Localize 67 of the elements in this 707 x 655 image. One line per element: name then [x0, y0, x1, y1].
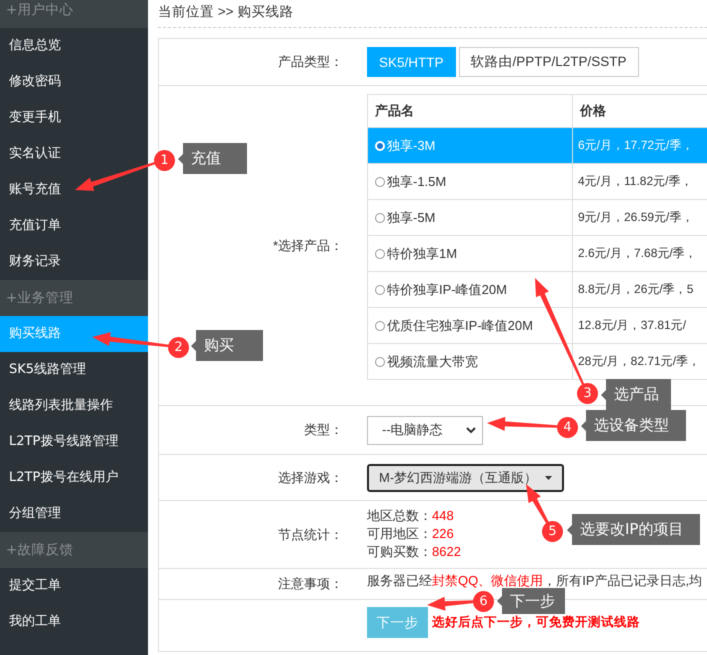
column-header: 产品名 [368, 94, 572, 128]
product-price: 8.8元/月，26元/季，5 [578, 281, 694, 298]
product-name: 特价独享1M [387, 244, 458, 262]
radio-button[interactable] [375, 248, 385, 258]
sidebar-item[interactable]: L2TP拨号线路管理 [0, 424, 148, 460]
product-name: 特价独享IP-峰值20M [387, 280, 507, 298]
radio-button[interactable] [375, 320, 385, 330]
chevron-down-icon [466, 426, 476, 434]
game-select[interactable]: M-梦幻西游端游（互通版） [367, 464, 564, 492]
caret-icon [545, 476, 552, 480]
step-number: 4 [557, 417, 578, 438]
sidebar-item[interactable]: 充值订单 [0, 208, 148, 244]
stat-label: 可购买数： [367, 544, 432, 559]
field-label: 产品类型： [278, 53, 343, 71]
sidebar-item[interactable]: 变更手机 [0, 100, 148, 136]
sidebar-item[interactable]: 账号充值 [0, 172, 148, 208]
radio-button[interactable] [375, 212, 385, 222]
sidebar-item[interactable]: 修改密码 [0, 64, 148, 100]
sidebar-item[interactable]: 提交工单 [0, 568, 148, 604]
stat-value: 8622 [432, 544, 461, 559]
hint-text: 选好后点下一步，可免费开测试线路 [432, 614, 640, 631]
sidebar-item[interactable]: 信息总览 [0, 28, 148, 64]
field-label: 类型： [304, 421, 343, 439]
field-label: *选择产品： [272, 236, 343, 254]
callout-label: 下一步 [497, 588, 565, 614]
callout-label: 选要改IP的项目 [567, 514, 700, 545]
field-label: 节点统计： [278, 526, 343, 544]
callout-label: 购买 [191, 330, 263, 361]
product-name: 独享-5M [387, 208, 436, 226]
breadcrumb: 当前位置 >> 购买线路 [158, 0, 707, 28]
product-price: 28元/月，82.71元/季， [578, 353, 700, 370]
stat-value: 226 [432, 526, 454, 541]
field-label: 注意事项： [278, 575, 343, 593]
sidebar-item[interactable]: 实名认证 [0, 136, 148, 172]
callout-label: 充值 [178, 143, 247, 174]
sidebar-item[interactable]: L2TP拨号在线用户 [0, 460, 148, 496]
product-price: 2.6元/月，7.68元/季， [578, 245, 697, 262]
callout-label: 选设备类型 [581, 410, 686, 441]
product-type-tab[interactable]: 软路由/PPTP/L2TP/SSTP [458, 47, 639, 77]
product-price: 12.8元/月，37.81元/ [578, 317, 686, 334]
product-name: 优质住宅独享IP-峰值20M [387, 316, 533, 334]
product-name: 视频流量大带宽 [387, 352, 478, 370]
step-number: 2 [168, 337, 189, 358]
step-number: 6 [473, 591, 494, 612]
product-price: 9元/月，26.59元/季， [578, 209, 694, 226]
product-name: 独享-1.5M [387, 172, 446, 190]
product-name: 独享-3M [387, 136, 436, 154]
product-price: 6元/月，17.72元/季， [578, 137, 694, 154]
radio-button[interactable] [375, 356, 385, 366]
device-type-select[interactable]: --电脑静态 [367, 416, 483, 444]
sidebar-item[interactable]: 线路列表批量操作 [0, 388, 148, 424]
sidebar-item[interactable]: 我的工单 [0, 604, 148, 640]
step-number: 5 [542, 521, 563, 542]
stat-label: 可用地区： [367, 526, 432, 541]
stat-value: 448 [432, 508, 454, 523]
radio-button[interactable] [375, 284, 385, 294]
step-number: 3 [577, 383, 598, 404]
radio-button[interactable] [375, 176, 385, 186]
product-price: 4元/月，11.82元/季， [578, 173, 692, 190]
field-label: 选择游戏： [278, 468, 343, 486]
notice-text: 服务器已经封禁QQ、微信使用，所有IP产品已记录日志,均 [367, 572, 702, 590]
sidebar-item[interactable]: 财务记录 [0, 244, 148, 280]
step-number: 1 [154, 150, 175, 171]
sidebar-item[interactable]: 分组管理 [0, 496, 148, 532]
callout-label: 选产品 [601, 379, 671, 410]
sidebar-item[interactable]: SK5线路管理 [0, 352, 148, 388]
stat-label: 地区总数： [367, 508, 432, 523]
